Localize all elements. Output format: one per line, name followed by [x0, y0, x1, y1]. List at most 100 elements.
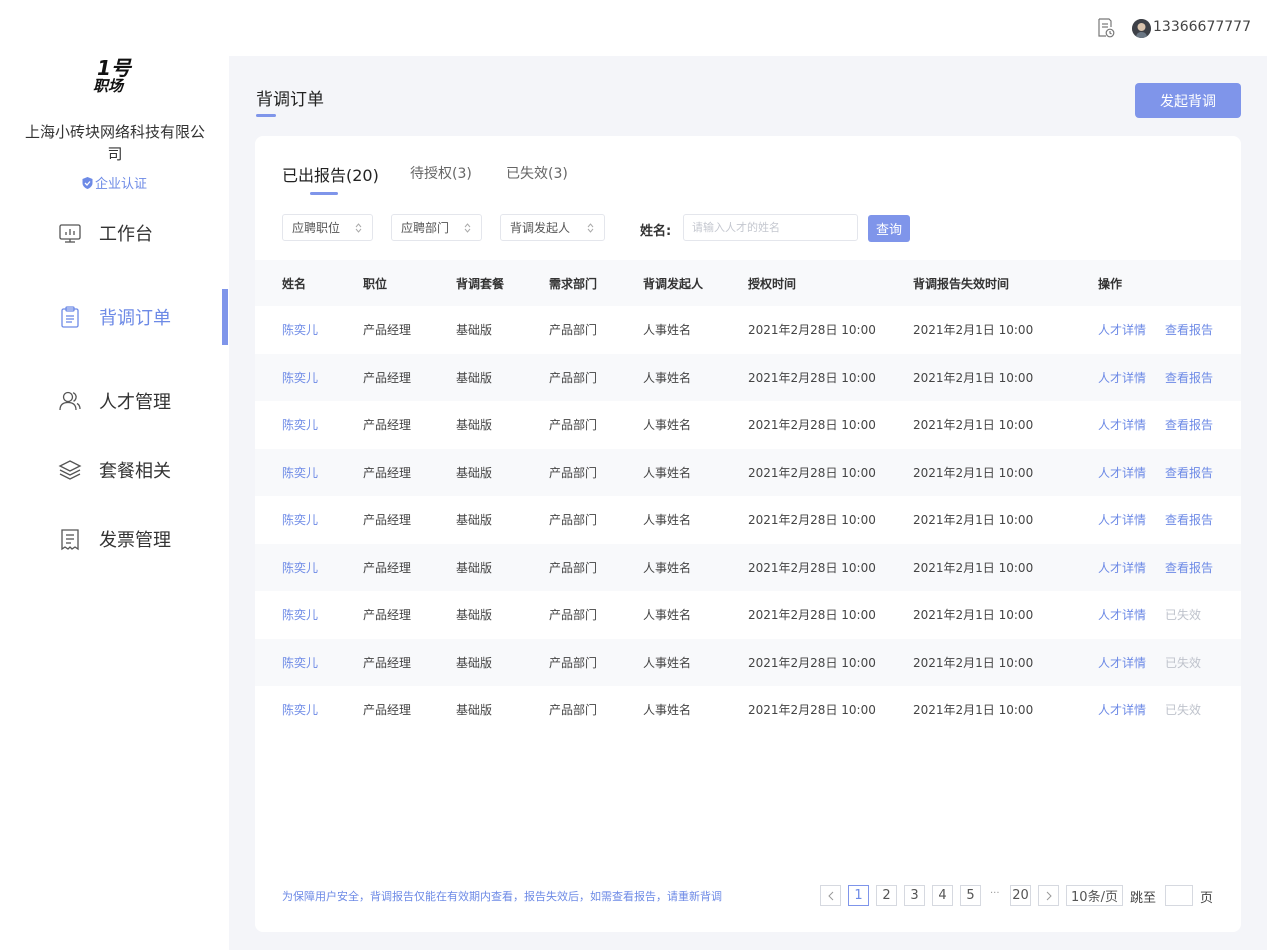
view-report-link[interactable]: 查看报告: [1165, 354, 1213, 402]
cell-position: 产品经理: [363, 513, 412, 528]
cell-expire-time: 2021年2月1日 10:00: [913, 418, 1034, 433]
page-button-3[interactable]: 3: [904, 885, 925, 906]
talent-detail-link[interactable]: 人才详情: [1098, 354, 1146, 402]
talent-detail-link[interactable]: 人才详情: [1098, 591, 1146, 639]
talent-detail-link[interactable]: 人才详情: [1098, 306, 1146, 354]
table-row: 陈奕儿 产品经理 基础版 产品部门 人事姓名 2021年2月28日 10:00 2021年2…: [255, 591, 1241, 639]
query-button[interactable]: 查询: [868, 215, 910, 242]
department-filter-value: 应聘部门: [401, 221, 450, 235]
app-logo: 1号 职场: [93, 58, 133, 98]
cell-department: 产品部门: [549, 513, 598, 528]
sidebar-item-label: 人才管理: [99, 392, 171, 413]
sidebar-item-workbench[interactable]: 工作台: [0, 205, 229, 261]
cell-auth-time: 2021年2月28日 10:00: [748, 608, 876, 623]
user-phone[interactable]: 13366677777: [1153, 19, 1251, 35]
view-report-link[interactable]: 查看报告: [1165, 449, 1213, 497]
header-name: 姓名: [282, 276, 307, 291]
page-button-4[interactable]: 4: [932, 885, 953, 906]
tab-expired[interactable]: 已失效(3): [506, 163, 568, 183]
cell-name[interactable]: 陈奕儿: [282, 544, 318, 592]
cell-initiator: 人事姓名: [643, 418, 692, 433]
cell-package: 基础版: [456, 465, 493, 480]
cell-name[interactable]: 陈奕儿: [282, 354, 318, 402]
talent-detail-link[interactable]: 人才详情: [1098, 449, 1146, 497]
cell-name[interactable]: 陈奕儿: [282, 591, 318, 639]
enterprise-certification: 企业认证: [0, 173, 229, 192]
sidebar-item-packages[interactable]: 套餐相关: [0, 442, 229, 498]
sort-arrows-icon: [464, 223, 471, 233]
page-button-2[interactable]: 2: [876, 885, 897, 906]
cell-name[interactable]: 陈奕儿: [282, 639, 318, 687]
position-filter-value: 应聘职位: [292, 221, 341, 235]
cell-name[interactable]: 陈奕儿: [282, 496, 318, 544]
cell-expire-time: 2021年2月1日 10:00: [913, 703, 1034, 718]
view-report-link[interactable]: 查看报告: [1165, 401, 1213, 449]
cell-department: 产品部门: [549, 370, 598, 385]
logo-line-1: 1号: [97, 56, 131, 80]
cell-department: 产品部门: [549, 418, 598, 433]
cell-expire-time: 2021年2月1日 10:00: [913, 370, 1034, 385]
page-unit-label: 页: [1200, 891, 1214, 906]
page-button-1[interactable]: 1: [848, 885, 869, 906]
sidebar-item-orders[interactable]: 背调订单: [0, 289, 229, 345]
cell-name[interactable]: 陈奕儿: [282, 306, 318, 354]
talent-detail-link[interactable]: 人才详情: [1098, 544, 1146, 592]
cell-position: 产品经理: [363, 655, 412, 670]
department-filter-select[interactable]: 应聘部门: [391, 214, 482, 241]
page-title: 背调订单: [256, 90, 324, 110]
document-clock-icon[interactable]: [1097, 18, 1115, 38]
cell-expire-time: 2021年2月1日 10:00: [913, 323, 1034, 338]
talent-detail-link[interactable]: 人才详情: [1098, 401, 1146, 449]
cell-initiator: 人事姓名: [643, 655, 692, 670]
name-filter-label: 姓名:: [640, 224, 672, 239]
table-row: 陈奕儿 产品经理 基础版 产品部门 人事姓名 2021年2月28日 10:00 2021年2…: [255, 401, 1241, 449]
page-size-select[interactable]: 10条/页: [1066, 885, 1123, 906]
goto-label: 跳至: [1130, 891, 1157, 906]
active-tab-indicator: [310, 192, 338, 195]
name-search-input[interactable]: [683, 214, 858, 241]
cell-department: 产品部门: [549, 560, 598, 575]
view-report-link[interactable]: 查看报告: [1165, 496, 1213, 544]
cell-auth-time: 2021年2月28日 10:00: [748, 655, 876, 670]
cell-package: 基础版: [456, 370, 493, 385]
header-auth-time: 授权时间: [748, 276, 797, 291]
cell-name[interactable]: 陈奕儿: [282, 686, 318, 734]
sidebar-item-label: 套餐相关: [99, 461, 171, 482]
next-page-button[interactable]: [1038, 885, 1059, 906]
cell-position: 产品经理: [363, 370, 412, 385]
view-report-link[interactable]: 查看报告: [1165, 544, 1213, 592]
tab-pending-authorization[interactable]: 待授权(3): [410, 163, 472, 183]
talent-detail-link[interactable]: 人才详情: [1098, 686, 1146, 734]
cell-initiator: 人事姓名: [643, 323, 692, 338]
cell-name[interactable]: 陈奕儿: [282, 449, 318, 497]
cell-department: 产品部门: [549, 608, 598, 623]
talent-detail-link[interactable]: 人才详情: [1098, 639, 1146, 687]
sidebar: 1号 职场 上海小砖块网络科技有限公司 企业认证 工作台 背调订单 人才管理 套…: [0, 0, 229, 950]
avatar[interactable]: [1132, 19, 1151, 38]
cell-initiator: 人事姓名: [643, 608, 692, 623]
sidebar-item-talents[interactable]: 人才管理: [0, 373, 229, 429]
initiator-filter-select[interactable]: 背调发起人: [500, 214, 605, 241]
page-button-5[interactable]: 5: [960, 885, 981, 906]
cell-package: 基础版: [456, 513, 493, 528]
page-button-last[interactable]: 20: [1010, 885, 1031, 906]
cell-auth-time: 2021年2月28日 10:00: [748, 370, 876, 385]
goto-page-input[interactable]: [1165, 885, 1193, 906]
cell-package: 基础版: [456, 560, 493, 575]
sort-arrows-icon: [355, 223, 362, 233]
sidebar-item-invoices[interactable]: 发票管理: [0, 511, 229, 567]
talent-detail-link[interactable]: 人才详情: [1098, 496, 1146, 544]
cell-name[interactable]: 陈奕儿: [282, 401, 318, 449]
tab-reports-issued[interactable]: 已出报告(20): [282, 162, 379, 186]
table-row: 陈奕儿 产品经理 基础版 产品部门 人事姓名 2021年2月28日 10:00 2021年2…: [255, 638, 1241, 687]
prev-page-button[interactable]: [820, 885, 841, 906]
users-icon: [59, 391, 81, 411]
sidebar-item-label: 工作台: [99, 224, 153, 245]
position-filter-select[interactable]: 应聘职位: [282, 214, 373, 241]
cell-position: 产品经理: [363, 608, 412, 623]
layers-icon: [58, 460, 82, 480]
header-department: 需求部门: [549, 276, 598, 291]
view-report-link[interactable]: 查看报告: [1165, 306, 1213, 354]
table-row: 陈奕儿 产品经理 基础版 产品部门 人事姓名 2021年2月28日 10:00 2021年2…: [255, 306, 1241, 354]
launch-background-check-button[interactable]: 发起背调: [1135, 83, 1241, 118]
